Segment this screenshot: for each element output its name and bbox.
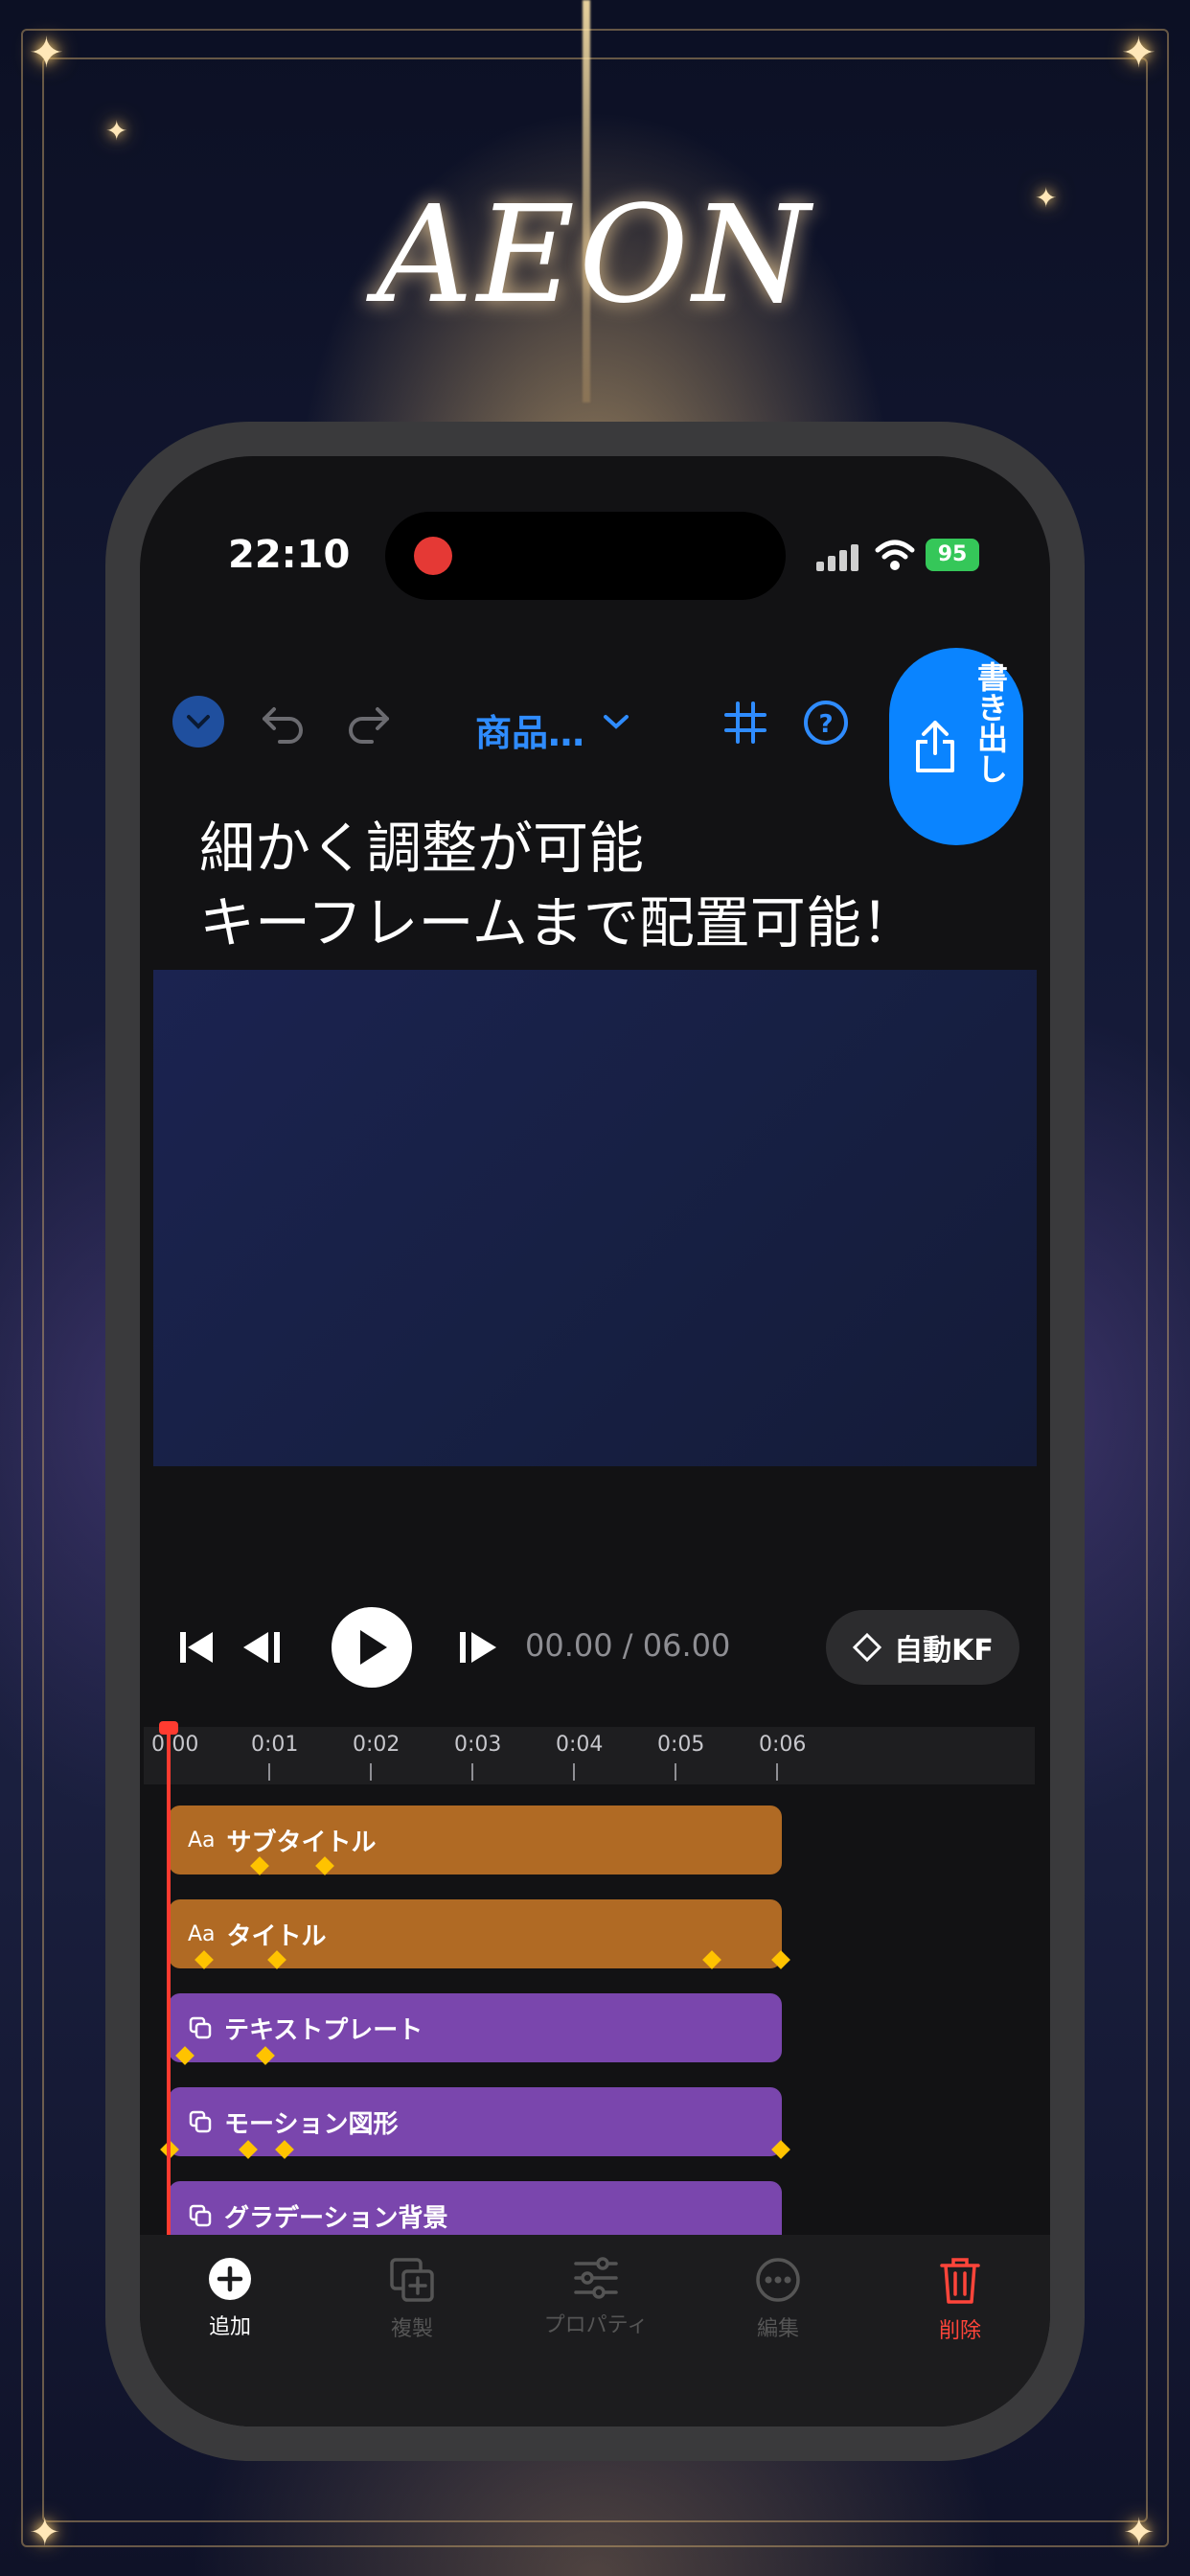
track-label: テキストプレート bbox=[224, 2015, 423, 2045]
tick-label: 0:00 bbox=[151, 1733, 199, 1757]
wifi-icon bbox=[875, 540, 915, 570]
star-icon: ✦ bbox=[1121, 29, 1156, 78]
tick-mark bbox=[573, 1763, 575, 1781]
tick-label: 0:03 bbox=[454, 1733, 502, 1757]
tick-label: 0:06 bbox=[759, 1733, 807, 1757]
duplicate-icon bbox=[390, 2258, 434, 2302]
phone-frame: 22:10 95 商品… ? 書き出し 細かく調整が可能 キーフレームまで配置可… bbox=[105, 422, 1085, 2461]
track-title[interactable]: Aa タイトル bbox=[169, 1899, 782, 1968]
tick-mark bbox=[370, 1763, 372, 1781]
tick-label: 0:05 bbox=[657, 1733, 705, 1757]
track-label: モーション図形 bbox=[224, 2109, 399, 2139]
duplicate-button[interactable]: 複製 bbox=[355, 2256, 469, 2342]
bottom-action-bar: 追加 複製 プロパティ 編集 削除 bbox=[140, 2235, 1050, 2426]
auto-keyframe-button[interactable]: 自動KF bbox=[826, 1610, 1019, 1685]
layers-icon bbox=[189, 2016, 212, 2039]
auto-keyframe-label: 自動KF bbox=[894, 1634, 994, 1668]
timecode: 00.00 / 06.00 bbox=[525, 1627, 731, 1664]
edit-button[interactable]: 編集 bbox=[721, 2256, 835, 2342]
tick-mark bbox=[471, 1763, 473, 1781]
play-icon bbox=[360, 1630, 387, 1665]
step-back-icon bbox=[243, 1632, 280, 1663]
video-preview[interactable] bbox=[153, 970, 1037, 1466]
step-forward-icon bbox=[460, 1632, 496, 1663]
status-time: 22:10 bbox=[228, 533, 351, 577]
svg-text:?: ? bbox=[818, 710, 833, 739]
brand-logo: AEON bbox=[376, 177, 814, 334]
star-icon: ✦ bbox=[29, 2511, 61, 2555]
skip-to-start-button[interactable] bbox=[169, 1604, 226, 1690]
play-button[interactable] bbox=[326, 1604, 418, 1690]
add-button[interactable]: 追加 bbox=[172, 2256, 287, 2340]
chevron-down-icon[interactable] bbox=[602, 711, 630, 732]
tick-label: 0:01 bbox=[251, 1733, 299, 1757]
diamond-icon bbox=[853, 1632, 882, 1663]
add-label: 追加 bbox=[208, 2315, 251, 2339]
app-screen: 22:10 95 商品… ? 書き出し 細かく調整が可能 キーフレームまで配置可… bbox=[140, 456, 1050, 2426]
track-label: グラデーション背景 bbox=[224, 2203, 448, 2233]
undo-icon[interactable] bbox=[257, 696, 310, 749]
layers-icon bbox=[189, 2204, 212, 2227]
tick-mark bbox=[268, 1763, 270, 1781]
share-icon bbox=[916, 721, 954, 772]
editor-toolbar: 商品… ? 書き出し bbox=[140, 648, 1050, 845]
track-motion-shape[interactable]: モーション図形 bbox=[169, 2087, 782, 2156]
delete-label: 削除 bbox=[938, 2319, 981, 2343]
step-forward-button[interactable] bbox=[445, 1604, 508, 1690]
headline-line-2: キーフレームまで配置可能！ bbox=[199, 890, 917, 955]
redo-icon[interactable] bbox=[341, 696, 395, 749]
timeline-ruler[interactable]: 0:00 0:01 0:02 0:03 0:04 0:05 0:06 bbox=[144, 1727, 1035, 1784]
star-icon: ✦ bbox=[29, 29, 64, 78]
duplicate-label: 複製 bbox=[390, 2317, 433, 2341]
playhead[interactable] bbox=[167, 1727, 171, 2244]
project-title-dropdown[interactable]: 商品… bbox=[475, 703, 584, 756]
export-label: 書き出し bbox=[973, 661, 1009, 784]
cellular-signal-icon bbox=[816, 542, 864, 571]
tick-mark bbox=[675, 1763, 676, 1781]
grid-icon[interactable] bbox=[719, 696, 772, 749]
tick-label: 0:04 bbox=[556, 1733, 604, 1757]
text-type-icon: Aa bbox=[188, 1828, 216, 1852]
delete-button[interactable]: 削除 bbox=[903, 2256, 1018, 2344]
more-icon bbox=[756, 2258, 800, 2302]
tick-mark bbox=[776, 1763, 778, 1781]
help-icon[interactable]: ? bbox=[799, 696, 853, 749]
layers-icon bbox=[189, 2110, 212, 2133]
collapse-button[interactable] bbox=[172, 696, 224, 748]
recording-indicator bbox=[414, 537, 452, 575]
trash-icon bbox=[940, 2258, 980, 2304]
chevron-down-icon bbox=[187, 715, 210, 729]
add-icon bbox=[209, 2258, 251, 2300]
skip-back-icon bbox=[180, 1632, 213, 1663]
headline-line-1: 細かく調整が可能 bbox=[199, 816, 645, 881]
edit-label: 編集 bbox=[756, 2317, 799, 2341]
text-type-icon: Aa bbox=[188, 1921, 216, 1946]
properties-label: プロパティ bbox=[543, 2313, 649, 2337]
step-back-button[interactable] bbox=[232, 1604, 295, 1690]
star-icon: ✦ bbox=[105, 115, 128, 147]
dynamic-island bbox=[385, 512, 786, 600]
properties-button[interactable]: プロパティ bbox=[538, 2256, 653, 2338]
tick-label: 0:02 bbox=[353, 1733, 400, 1757]
track-label: サブタイトル bbox=[226, 1828, 377, 1857]
track-label: タイトル bbox=[226, 1921, 327, 1951]
playback-controls: 00.00 / 06.00 自動KF bbox=[140, 1604, 1050, 1690]
battery-indicator: 95 bbox=[926, 539, 979, 571]
headline: 細かく調整が可能 キーフレームまで配置可能！ bbox=[199, 811, 1042, 960]
sliders-icon bbox=[574, 2257, 618, 2299]
star-icon: ✦ bbox=[1123, 2511, 1156, 2555]
